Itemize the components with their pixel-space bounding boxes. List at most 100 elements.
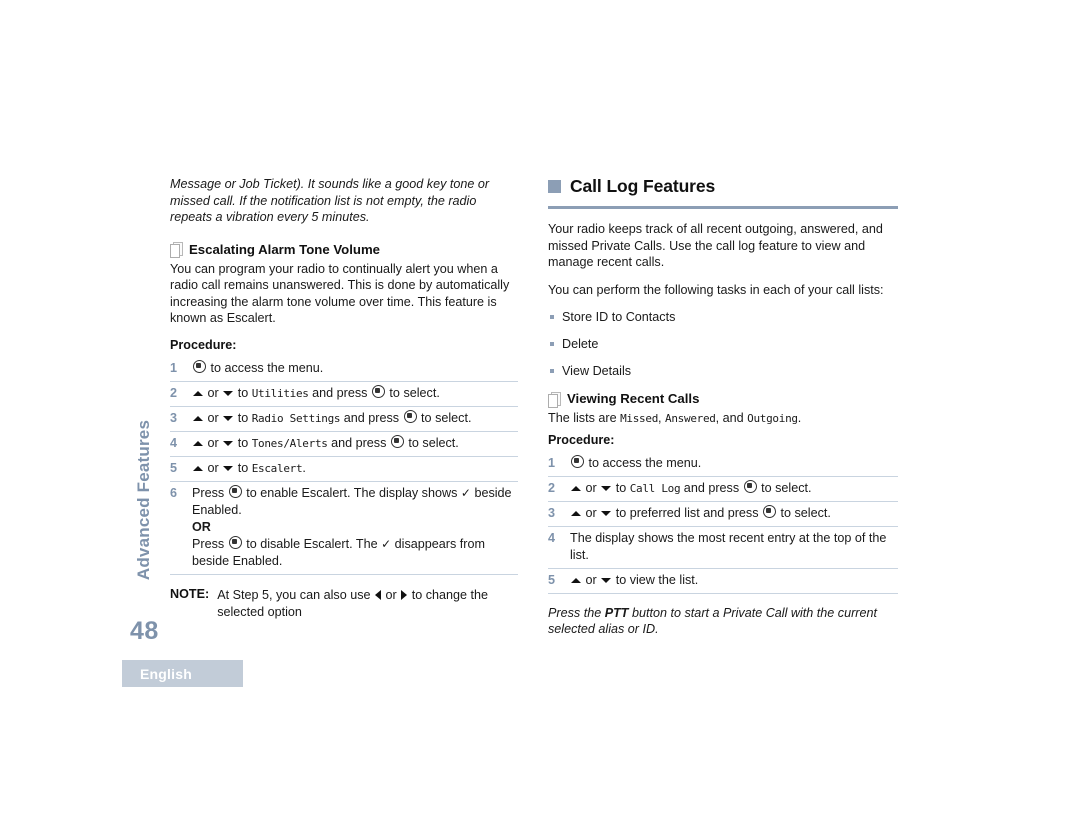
step-text: or: [582, 505, 601, 520]
language-chip: English: [122, 660, 243, 687]
chapter-tab: Advanced Features: [131, 405, 157, 595]
step-number: 2: [548, 480, 556, 495]
step-text: to enable Escalert. The display shows: [242, 485, 461, 500]
arrow-down-icon: [601, 510, 612, 516]
step-content: to access the menu.: [192, 359, 518, 377]
arrow-up-icon: [193, 390, 203, 396]
step-text: to: [234, 435, 252, 450]
note-text: At Step 5, you can also use or to change…: [217, 587, 518, 621]
note-block: NOTE: At Step 5, you can also use or to …: [170, 587, 518, 621]
arrow-up-icon: [193, 465, 203, 471]
step-text: The lists are: [548, 411, 621, 425]
step-content: or to Call Log and press to select.: [570, 479, 898, 497]
procedure-step: 6 Press to enable Escalert. The display s…: [170, 482, 518, 575]
emphasis-text: OR: [192, 519, 211, 534]
step-text: or: [204, 385, 223, 400]
step-number: 5: [170, 460, 178, 475]
device-menu-string: Radio Settings: [251, 411, 341, 425]
step-text: to: [612, 480, 630, 495]
step-text: to select.: [417, 410, 472, 425]
menu-select-key-icon: [403, 409, 417, 423]
lists-line: The lists are Missed, Answered, and Outg…: [548, 410, 898, 428]
step-number: 4: [170, 435, 178, 450]
procedure-label-left: Procedure:: [170, 337, 237, 352]
step-text: to access the menu.: [585, 455, 702, 470]
procedure-step: 2 or to Utilities and press to select.: [170, 382, 518, 407]
step-text: to: [234, 460, 252, 475]
arrow-down-icon: [223, 440, 234, 446]
menu-select-key-icon: [228, 535, 242, 549]
step-content: or to preferred list and press to select…: [570, 504, 898, 522]
checkmark-icon: ✓: [381, 536, 392, 551]
step-text: or: [204, 435, 223, 450]
list-item: View Details: [548, 363, 898, 379]
step-content: The display shows the most recent entry …: [570, 530, 898, 564]
step-number: 5: [548, 572, 556, 587]
step-text: and press: [680, 480, 743, 495]
step-text: .: [302, 460, 306, 475]
step-text: to select.: [757, 480, 812, 495]
step-text: to access the menu.: [207, 360, 324, 375]
step-text: or: [582, 572, 601, 587]
step-text: ,: [658, 411, 666, 425]
arrow-up-icon: [571, 485, 581, 491]
page-number: 48: [130, 617, 159, 645]
device-menu-string: Escalert: [251, 461, 303, 475]
step-text: , and: [715, 411, 748, 425]
step-content: to access the menu.: [570, 454, 898, 472]
step-number: 6: [170, 485, 178, 500]
step-text: and press: [340, 410, 403, 425]
procedure-step: 3 or to preferred list and press to sele…: [548, 502, 898, 527]
list-item: Delete: [548, 336, 898, 352]
square-bullet-icon: [548, 180, 561, 193]
document-pages-icon: [170, 242, 183, 258]
device-menu-string: Utilities: [251, 386, 309, 400]
note-label: NOTE:: [170, 586, 210, 601]
list-item: Store ID to Contacts: [548, 309, 898, 325]
arrow-right-icon: [401, 589, 408, 600]
menu-select-key-icon: [743, 479, 757, 493]
right-column: Call Log Features Your radio keeps track…: [548, 176, 898, 638]
document-pages-icon: [548, 391, 561, 408]
step-text: Press: [192, 485, 228, 500]
menu-select-key-icon: [193, 359, 206, 373]
step-number: 4: [548, 530, 556, 545]
step-text: or: [204, 460, 223, 475]
step-text: to view the list.: [612, 572, 699, 587]
step-number: 2: [170, 385, 178, 400]
escalating-alarm-paragraph: You can program your radio to continuall…: [170, 261, 510, 326]
task-list: Store ID to Contacts Delete View Details: [548, 309, 898, 379]
procedure-steps-right: 1 to access the menu. 2 or to Call Log an…: [548, 452, 898, 594]
menu-select-key-icon: [571, 454, 584, 468]
device-menu-string: Outgoing: [747, 412, 798, 425]
arrow-up-icon: [571, 577, 581, 583]
step-text: and press: [308, 385, 371, 400]
menu-select-key-icon: [371, 384, 385, 398]
heading-call-log-features: Call Log Features: [548, 176, 898, 197]
heading-rule: [548, 206, 898, 209]
step-text: to: [234, 410, 252, 425]
step-number: 1: [170, 360, 178, 375]
device-menu-string: Missed: [620, 412, 659, 425]
step-text: Press the: [548, 605, 605, 620]
heading-text: Escalating Alarm Tone Volume: [189, 241, 381, 257]
call-log-paragraph-1: Your radio keeps track of all recent out…: [548, 222, 883, 269]
left-column: Message or Job Ticket). It sounds like a…: [170, 176, 518, 621]
step-number: 1: [548, 455, 556, 470]
heading-text: Viewing Recent Calls: [567, 391, 700, 406]
step-text: .: [797, 411, 802, 425]
procedure-step: 4 or to Tones/Alerts and press to select…: [170, 432, 518, 457]
step-text: Press: [192, 536, 228, 551]
heading-viewing-recent-calls: Viewing Recent Calls: [548, 391, 898, 408]
step-content: or to Radio Settings and press to select…: [192, 409, 518, 427]
step-text: to select.: [385, 385, 440, 400]
step-text: or: [582, 480, 601, 495]
procedure-step: 5 or to view the list.: [548, 569, 898, 594]
heading-text: Call Log Features: [570, 176, 716, 196]
step-text: to select.: [777, 505, 831, 520]
emphasis-text: PTT: [604, 605, 629, 620]
trailing-note: Press the PTT button to start a Private …: [548, 605, 898, 638]
arrow-up-icon: [571, 510, 581, 516]
arrow-down-icon: [223, 390, 234, 396]
arrow-up-icon: [193, 440, 203, 446]
